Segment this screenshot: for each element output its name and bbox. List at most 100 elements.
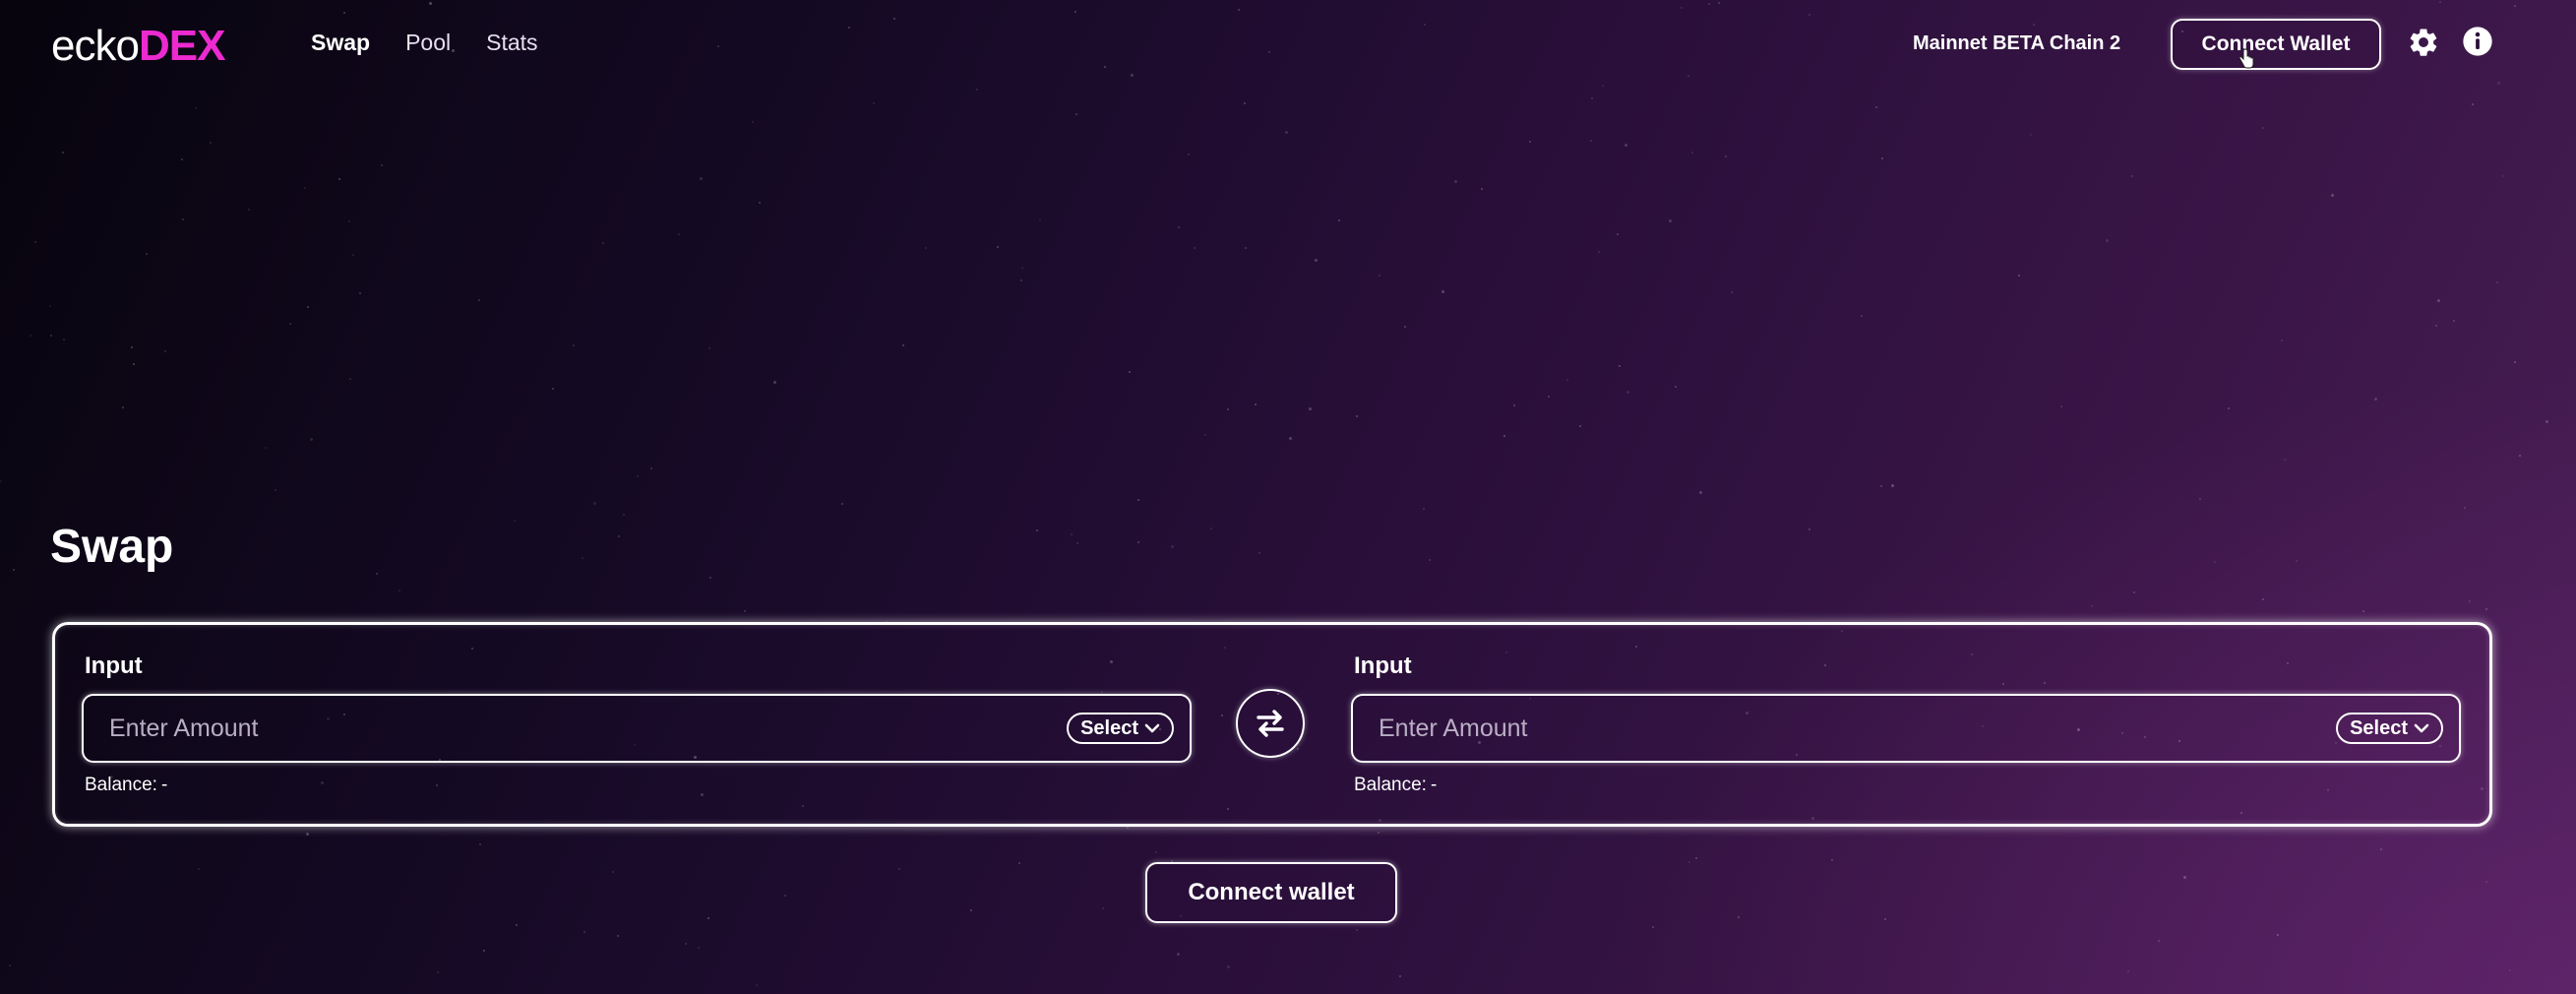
star-dot <box>1137 541 1139 543</box>
star-dot <box>1245 247 1247 249</box>
star-dot <box>2502 175 2504 177</box>
to-balance-label: Balance: <box>1354 775 1427 795</box>
starfield-background <box>0 0 2576 994</box>
network-indicator[interactable]: Mainnet BETA Chain 2 <box>1913 31 2120 56</box>
star-dot <box>573 344 575 346</box>
star-dot <box>2199 498 2201 500</box>
star-dot <box>2262 127 2264 129</box>
star-dot <box>516 924 518 926</box>
star-dot <box>1591 97 1593 99</box>
star-dot <box>976 89 978 91</box>
star-dot <box>1481 188 1483 190</box>
star-dot <box>478 299 480 301</box>
star-dot <box>2214 561 2216 563</box>
star-dot <box>2183 876 2186 879</box>
star-dot <box>902 344 904 346</box>
star-dot <box>2133 591 2135 593</box>
star-dot <box>289 323 291 325</box>
star-dot <box>265 447 267 449</box>
swap-direction-button[interactable] <box>1236 689 1305 758</box>
star-dot <box>1725 155 1727 157</box>
star-dot <box>1104 66 1106 68</box>
star-dot <box>1378 832 1380 834</box>
nav-swap[interactable]: Swap <box>311 28 370 57</box>
star-dot <box>1255 404 1257 405</box>
star-dot <box>310 438 313 441</box>
star-dot <box>1036 529 1038 531</box>
star-dot <box>752 121 754 123</box>
star-dot <box>1669 219 1672 222</box>
star-dot <box>1881 157 1883 159</box>
star-dot <box>623 514 625 516</box>
star-dot <box>2469 600 2471 602</box>
star-dot <box>707 917 709 919</box>
star-dot <box>2284 459 2286 461</box>
star-dot <box>2464 507 2466 509</box>
chevron-down-icon <box>2414 723 2429 733</box>
star-dot <box>2514 361 2516 363</box>
star-dot <box>678 233 680 235</box>
to-input-label: Input <box>1354 652 1412 679</box>
swap-arrows-icon <box>1257 710 1284 737</box>
nav-pool[interactable]: Pool <box>405 28 451 57</box>
star-dot <box>2362 610 2364 612</box>
star-dot <box>1731 291 1733 293</box>
star-dot <box>131 346 133 348</box>
star-dot <box>617 935 619 937</box>
star-dot <box>2277 934 2279 936</box>
star-dot <box>2091 605 2093 607</box>
star-dot <box>650 467 652 469</box>
header-connect-wallet-button[interactable]: Connect Wallet <box>2171 19 2381 70</box>
star-dot <box>1626 391 1629 394</box>
star-dot <box>1617 233 1619 235</box>
to-amount-box: Select <box>1351 694 2461 763</box>
star-dot <box>13 569 15 571</box>
star-dot <box>338 178 340 180</box>
star-dot <box>1809 528 1810 530</box>
star-dot <box>2131 175 2133 177</box>
star-dot <box>1424 24 1426 26</box>
star-dot <box>164 350 166 352</box>
connect-wallet-button[interactable]: Connect wallet <box>1145 862 1397 923</box>
star-dot <box>2545 420 2548 423</box>
star-dot <box>1687 75 1689 77</box>
star-dot <box>1548 396 1550 398</box>
star-dot <box>1127 827 1129 829</box>
to-amount-input[interactable] <box>1353 695 2337 762</box>
star-dot <box>198 868 200 870</box>
star-dot <box>182 218 184 220</box>
nav-stats[interactable]: Stats <box>486 28 537 57</box>
star-dot <box>873 102 875 104</box>
from-token-select[interactable]: Select <box>1067 713 1174 744</box>
to-token-select[interactable]: Select <box>2336 713 2443 744</box>
gear-icon[interactable] <box>2407 26 2440 59</box>
star-dot <box>1258 552 1260 554</box>
from-amount-input[interactable] <box>84 695 1068 762</box>
star-dot <box>359 292 361 294</box>
star-dot <box>2435 325 2437 327</box>
star-dot <box>756 984 758 986</box>
star-dot <box>349 378 351 380</box>
star-dot <box>759 202 761 204</box>
star-dot <box>1695 857 1697 859</box>
star-dot <box>1691 152 1693 154</box>
star-dot <box>1155 851 1157 853</box>
logo-text-dex: DEX <box>138 22 225 70</box>
star-dot <box>306 833 309 836</box>
star-dot <box>2485 881 2487 883</box>
ecko-dex-logo[interactable]: eckoDEX <box>51 22 225 71</box>
star-dot <box>1194 247 1196 249</box>
star-dot <box>2018 275 2020 277</box>
star-dot <box>1529 141 1531 143</box>
star-dot <box>841 503 843 505</box>
star-dot <box>122 406 124 408</box>
star-dot <box>50 335 52 337</box>
star-dot <box>1137 499 1139 501</box>
star-dot <box>1619 365 1621 367</box>
star-dot <box>399 590 400 591</box>
star-dot <box>1681 7 1683 9</box>
star-dot <box>348 220 350 222</box>
info-icon[interactable] <box>2462 26 2493 57</box>
star-dot <box>1598 251 1600 253</box>
to-balance: Balance: - <box>1354 774 1437 797</box>
